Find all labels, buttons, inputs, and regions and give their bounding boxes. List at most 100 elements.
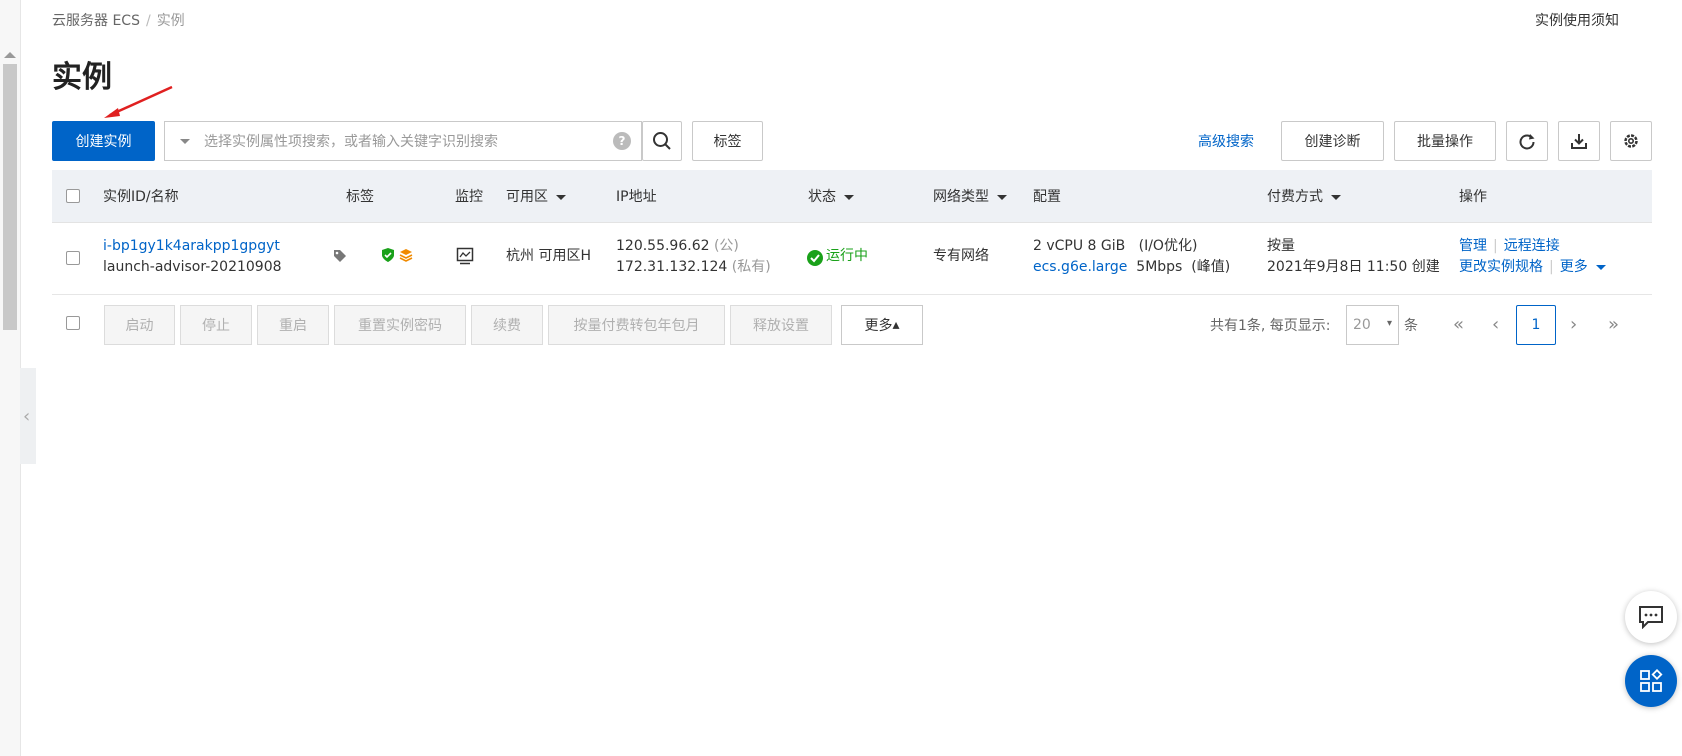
more-button[interactable]: 更多 ▴ [841, 305, 923, 345]
create-diagnosis-button[interactable]: 创建诊断 [1281, 121, 1384, 161]
total-count: 共有1条, 每页显示: [1210, 318, 1331, 334]
col-status[interactable]: 状态 [808, 186, 854, 206]
billing-filter-caret-icon[interactable] [1331, 194, 1341, 200]
chat-icon [1639, 606, 1663, 629]
breadcrumb-current: 实例 [156, 13, 185, 29]
config-io: (I/O优化) [1138, 238, 1198, 254]
instance-id-link[interactable]: i-bp1gy1k4arakpp1gpgyt [103, 236, 280, 257]
network-filter-caret-icon[interactable] [997, 194, 1007, 200]
sidebar-toggle[interactable]: ‹ [20, 368, 36, 464]
renew-button[interactable]: 续费 [471, 305, 543, 345]
tag-filter-button[interactable]: 标签 [692, 121, 763, 161]
download-icon [1571, 134, 1587, 149]
col-instance-id: 实例ID/名称 [103, 189, 179, 205]
search-placeholder: 选择实例属性项搜索，或者输入关键字识别搜索 [204, 134, 498, 150]
monitor-chart-icon[interactable] [456, 247, 474, 265]
release-settings-button[interactable]: 释放设置 [730, 305, 832, 345]
change-spec-link[interactable]: 更改实例规格 [1459, 259, 1543, 275]
actions-line1: 管理 | 远程连接 [1459, 236, 1560, 257]
tag-icon[interactable] [332, 248, 348, 264]
row-checkbox[interactable] [66, 251, 80, 265]
footer-select-all-checkbox[interactable] [66, 316, 80, 330]
search-input[interactable]: 选择实例属性项搜索，或者输入关键字识别搜索 ? [164, 121, 642, 161]
breadcrumb: 云服务器 ECS / 实例 [52, 10, 185, 30]
current-page[interactable]: 1 [1516, 305, 1556, 345]
advanced-search-link[interactable]: 高级搜索 [1198, 131, 1254, 151]
bandwidth-value: 5Mbps [1136, 259, 1183, 275]
restart-button[interactable]: 重启 [257, 305, 329, 345]
breadcrumb-root[interactable]: 云服务器 ECS [52, 13, 140, 29]
refresh-button[interactable] [1506, 121, 1548, 161]
storage-layers-icon[interactable] [398, 247, 414, 263]
action-separator: | [1549, 259, 1554, 275]
network-value: 专有网络 [933, 248, 989, 264]
gear-icon [1624, 134, 1638, 148]
more-actions-caret-icon[interactable] [1595, 264, 1606, 270]
billing-value: 按量 [1267, 238, 1295, 254]
col-zone[interactable]: 可用区 [506, 186, 566, 206]
last-page-icon[interactable]: » [1608, 314, 1619, 335]
manage-link[interactable]: 管理 [1459, 238, 1487, 254]
first-page-icon[interactable]: « [1453, 314, 1464, 335]
col-zone-label: 可用区 [506, 189, 548, 205]
instance-name: launch-advisor-20210908 [103, 259, 282, 275]
prev-page-icon[interactable]: ‹ [1492, 314, 1499, 335]
chat-button[interactable] [1625, 591, 1677, 643]
left-scrollbar[interactable] [0, 0, 21, 756]
table-row: i-bp1gy1k4arakpp1gpgyt launch-advisor-20… [52, 222, 1652, 295]
annotation-arrow-icon [104, 85, 173, 118]
config-spec: 2 vCPU 8 GiB (I/O优化) [1033, 236, 1197, 257]
page-size-select[interactable]: 20 ▾ [1346, 305, 1399, 345]
chevron-left-icon: ‹ [23, 406, 31, 427]
col-network[interactable]: 网络类型 [933, 186, 1007, 206]
public-ip-value: 120.55.96.62 [616, 238, 710, 254]
settings-button[interactable] [1610, 121, 1652, 161]
download-button[interactable] [1558, 121, 1600, 161]
public-ip-tag: (公) [713, 238, 739, 254]
apps-grid-icon [1640, 669, 1663, 692]
help-icon[interactable]: ? [613, 132, 631, 150]
search-button[interactable] [642, 121, 682, 161]
security-shield-icon[interactable] [380, 247, 396, 263]
start-button[interactable]: 启动 [104, 305, 175, 345]
created-time: 2021年9月8日 11:50 创建 [1267, 259, 1440, 275]
more-actions-link[interactable]: 更多 [1560, 259, 1588, 275]
page-size-unit: 条 [1404, 318, 1418, 334]
status-filter-caret-icon[interactable] [844, 194, 854, 200]
bandwidth-peak: (峰值) [1191, 259, 1231, 275]
actions-line2: 更改实例规格 | 更多 [1459, 257, 1606, 278]
table-header: 实例ID/名称 标签 监控 可用区 IP地址 状态 网络类型 配置 付费方式 操… [52, 170, 1652, 223]
remote-connect-link[interactable]: 远程连接 [1504, 238, 1560, 254]
private-ip-value: 172.31.132.124 [616, 259, 728, 275]
batch-operation-button[interactable]: 批量操作 [1394, 121, 1496, 161]
scrollbar-thumb[interactable] [3, 64, 17, 330]
private-ip: 172.31.132.124 (私有) [616, 257, 771, 278]
convert-billing-button[interactable]: 按量付费转包年包月 [548, 305, 725, 345]
instance-notice-link[interactable]: 实例使用须知 [1535, 10, 1619, 30]
reset-password-button[interactable]: 重置实例密码 [334, 305, 466, 345]
col-status-label: 状态 [808, 189, 836, 205]
apps-button[interactable] [1625, 655, 1677, 707]
page-size-value: 20 [1353, 317, 1371, 333]
col-tags: 标签 [346, 189, 374, 205]
action-separator: | [1493, 238, 1498, 254]
col-actions: 操作 [1459, 189, 1487, 205]
search-filter-dropdown-icon[interactable] [180, 138, 190, 144]
select-all-checkbox[interactable] [66, 189, 80, 203]
scroll-up-icon[interactable] [4, 52, 16, 58]
col-ip: IP地址 [616, 189, 657, 205]
instance-type-link[interactable]: ecs.g6e.large [1033, 259, 1127, 275]
col-billing[interactable]: 付费方式 [1267, 186, 1341, 206]
refresh-icon [1519, 134, 1535, 150]
status-value: 运行中 [826, 248, 868, 264]
zone-filter-caret-icon[interactable] [556, 194, 566, 200]
create-instance-button[interactable]: 创建实例 [52, 121, 155, 161]
running-status-icon [807, 250, 823, 266]
next-page-icon[interactable]: › [1570, 314, 1577, 335]
stop-button[interactable]: 停止 [180, 305, 252, 345]
private-ip-tag: (私有) [731, 259, 771, 275]
zone-value: 杭州 可用区H [506, 248, 591, 264]
caret-up-icon: ▴ [892, 317, 900, 333]
public-ip: 120.55.96.62 (公) [616, 236, 739, 257]
config-detail: ecs.g6e.large 5Mbps (峰值) [1033, 257, 1230, 278]
